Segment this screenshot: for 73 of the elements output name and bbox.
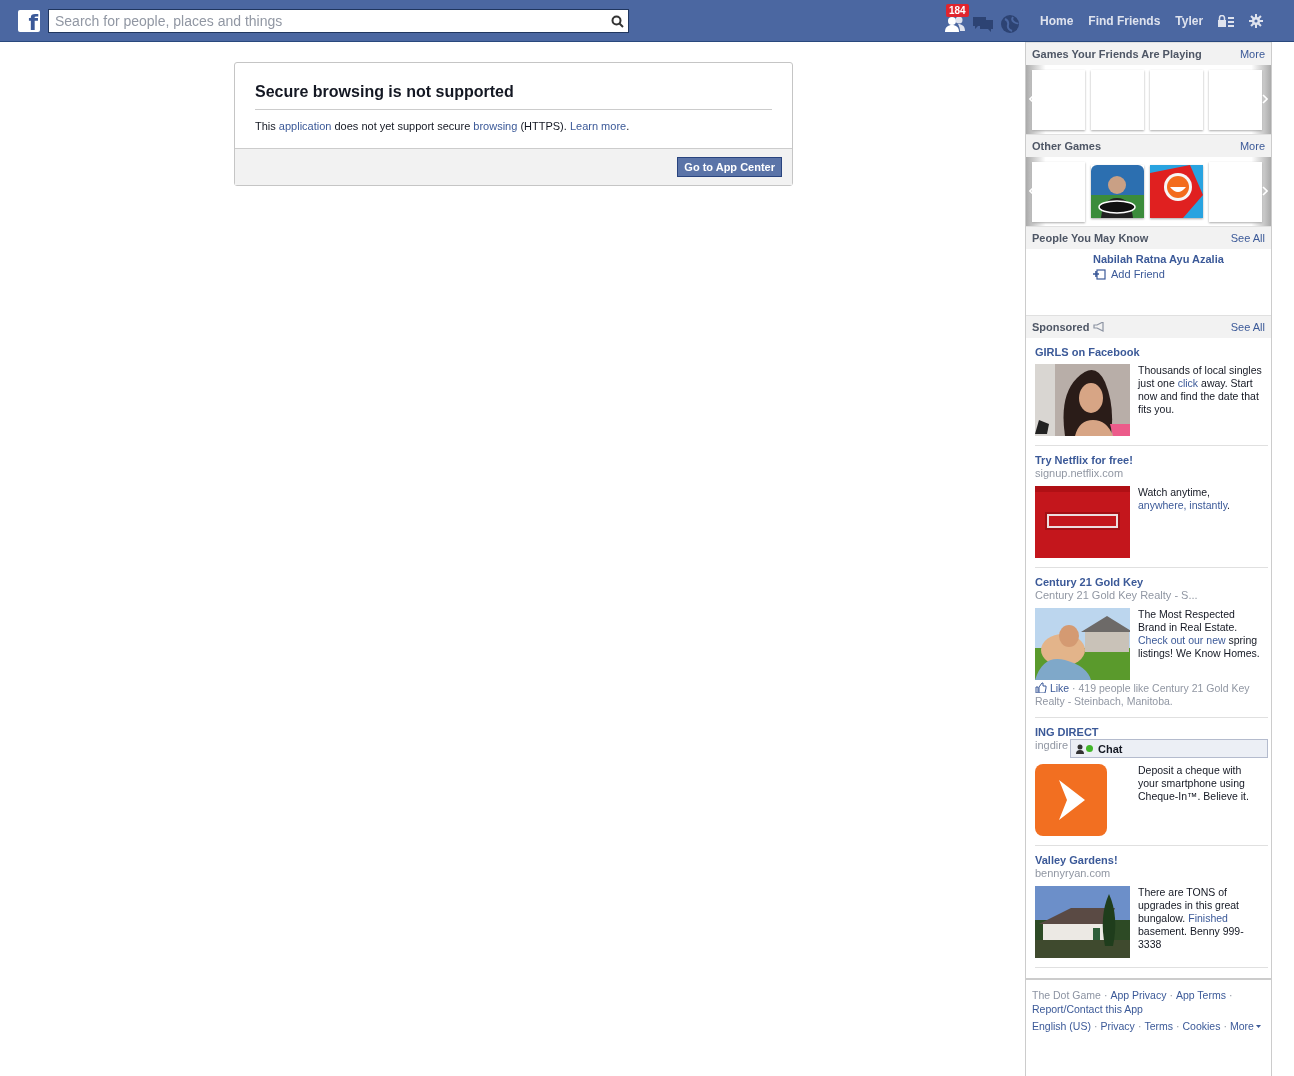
like-icon[interactable] xyxy=(1035,682,1047,693)
dialog-title: Secure browsing is not supported xyxy=(255,83,772,110)
chat-label: Chat xyxy=(1098,742,1123,755)
game-tile[interactable] xyxy=(1032,69,1085,130)
link[interactable]: click xyxy=(1177,377,1199,389)
add-friend-icon[interactable] xyxy=(1093,268,1106,280)
more-link[interactable]: More xyxy=(1239,140,1265,152)
link[interactable]: Check out our new xyxy=(1138,634,1226,646)
search-icon[interactable] xyxy=(611,14,624,28)
chevron-left-icon[interactable] xyxy=(1029,186,1035,196)
footer-link[interactable]: Terms xyxy=(1144,1019,1173,1033)
app-center-button[interactable]: Go to App Center xyxy=(677,157,782,177)
chat-bar[interactable]: Chat xyxy=(1070,739,1268,758)
nav-link[interactable]: Find Friends xyxy=(1088,13,1161,28)
ad-text: Thousands of local singles just one click away. Start now and find the date that fits you. xyxy=(1138,364,1263,417)
separator: · xyxy=(1175,1019,1180,1033)
footer-link[interactable]: Report/Contact this App xyxy=(1032,1002,1143,1016)
game-tile[interactable] xyxy=(1209,69,1262,130)
separator: · xyxy=(1223,1019,1227,1033)
search-field[interactable]: Search for people, places and things xyxy=(48,8,629,33)
separator: · xyxy=(1228,988,1233,1002)
nav-link[interactable]: Tyler xyxy=(1175,13,1204,28)
caret-icon[interactable] xyxy=(1255,1024,1261,1028)
ad-text: Watch anytime, anywhere, instantly. xyxy=(1138,486,1232,513)
footer-link[interactable]: Cookies xyxy=(1182,1019,1221,1033)
person-icon xyxy=(1076,743,1085,754)
ad-title[interactable]: ING DIRECT xyxy=(1035,726,1268,738)
game-tile[interactable] xyxy=(1209,161,1262,222)
separator: · xyxy=(1169,988,1173,1002)
separator: · xyxy=(1137,1019,1142,1033)
ad-text: There are TONS of upgrades in this great bungalow. Finished basement. Benny 999-3338 xyxy=(1138,886,1245,952)
game-tile[interactable] xyxy=(1032,161,1085,222)
logo[interactable]: f xyxy=(18,9,40,32)
game-tile[interactable] xyxy=(1091,69,1144,130)
link[interactable]: browsing xyxy=(473,120,518,132)
see-all-link[interactable]: See All xyxy=(1230,232,1265,244)
see-all-link[interactable]: See All xyxy=(1230,321,1265,333)
megaphone-icon xyxy=(1093,322,1106,332)
chevron-right-icon[interactable] xyxy=(1262,94,1268,104)
social-context: Like · 419 people like Century 21 Gold Key Realty - Steinbach, Manitoba. xyxy=(1035,682,1251,708)
chevron-left-icon[interactable] xyxy=(1029,94,1035,104)
link[interactable]: application xyxy=(278,120,332,132)
add-friend-link[interactable]: Add Friend xyxy=(1111,268,1165,280)
ad-title[interactable]: Valley Gardens! xyxy=(1035,854,1268,866)
ad-title[interactable]: Century 21 Gold Key xyxy=(1035,576,1268,588)
section-title: Sponsored xyxy=(1032,321,1090,333)
nav-link[interactable]: Home xyxy=(1040,13,1074,28)
like-link[interactable]: Like xyxy=(1049,682,1070,694)
chevron-right-icon[interactable] xyxy=(1262,186,1268,196)
privacy-icon[interactable] xyxy=(1218,14,1235,27)
link[interactable]: Finished xyxy=(1188,912,1228,924)
footer-link[interactable]: App Privacy xyxy=(1110,988,1167,1002)
person-name[interactable]: Nabilah Ratna Ayu Azalia xyxy=(1093,253,1271,265)
settings-icon[interactable] xyxy=(1249,13,1264,28)
notification-badge: 184 xyxy=(946,3,969,17)
separator: · xyxy=(1103,988,1108,1002)
footer-link[interactable]: English (US) xyxy=(1032,1019,1091,1033)
friends-icon[interactable] xyxy=(944,14,966,33)
game-tile[interactable] xyxy=(1150,69,1203,130)
ad-title[interactable]: Try Netflix for free! xyxy=(1035,454,1268,466)
ad-text: The Most Respected Brand in Real Estate. Check out our new spring listings! We Know Homes. xyxy=(1138,608,1261,661)
separator: · xyxy=(1093,1019,1098,1033)
footer-link[interactable]: Privacy xyxy=(1100,1019,1135,1033)
ad-text: Deposit a cheque with your smartphone using Cheque-In™. Believe it. xyxy=(1138,764,1250,804)
link[interactable]: Learn more xyxy=(569,120,627,132)
section-title: Other Games xyxy=(1032,140,1102,152)
ad-title[interactable]: GIRLS on Facebook xyxy=(1035,346,1268,358)
more-link[interactable]: More xyxy=(1239,48,1265,60)
dialog-message: This application does not yet support secure browsing (HTTPS). Learn more. xyxy=(255,120,631,132)
footer-link[interactable]: More xyxy=(1229,1019,1254,1033)
footer-link[interactable]: App Terms xyxy=(1175,988,1226,1002)
section-title: Games Your Friends Are Playing xyxy=(1032,48,1202,60)
section-title: People You May Know xyxy=(1032,232,1149,244)
